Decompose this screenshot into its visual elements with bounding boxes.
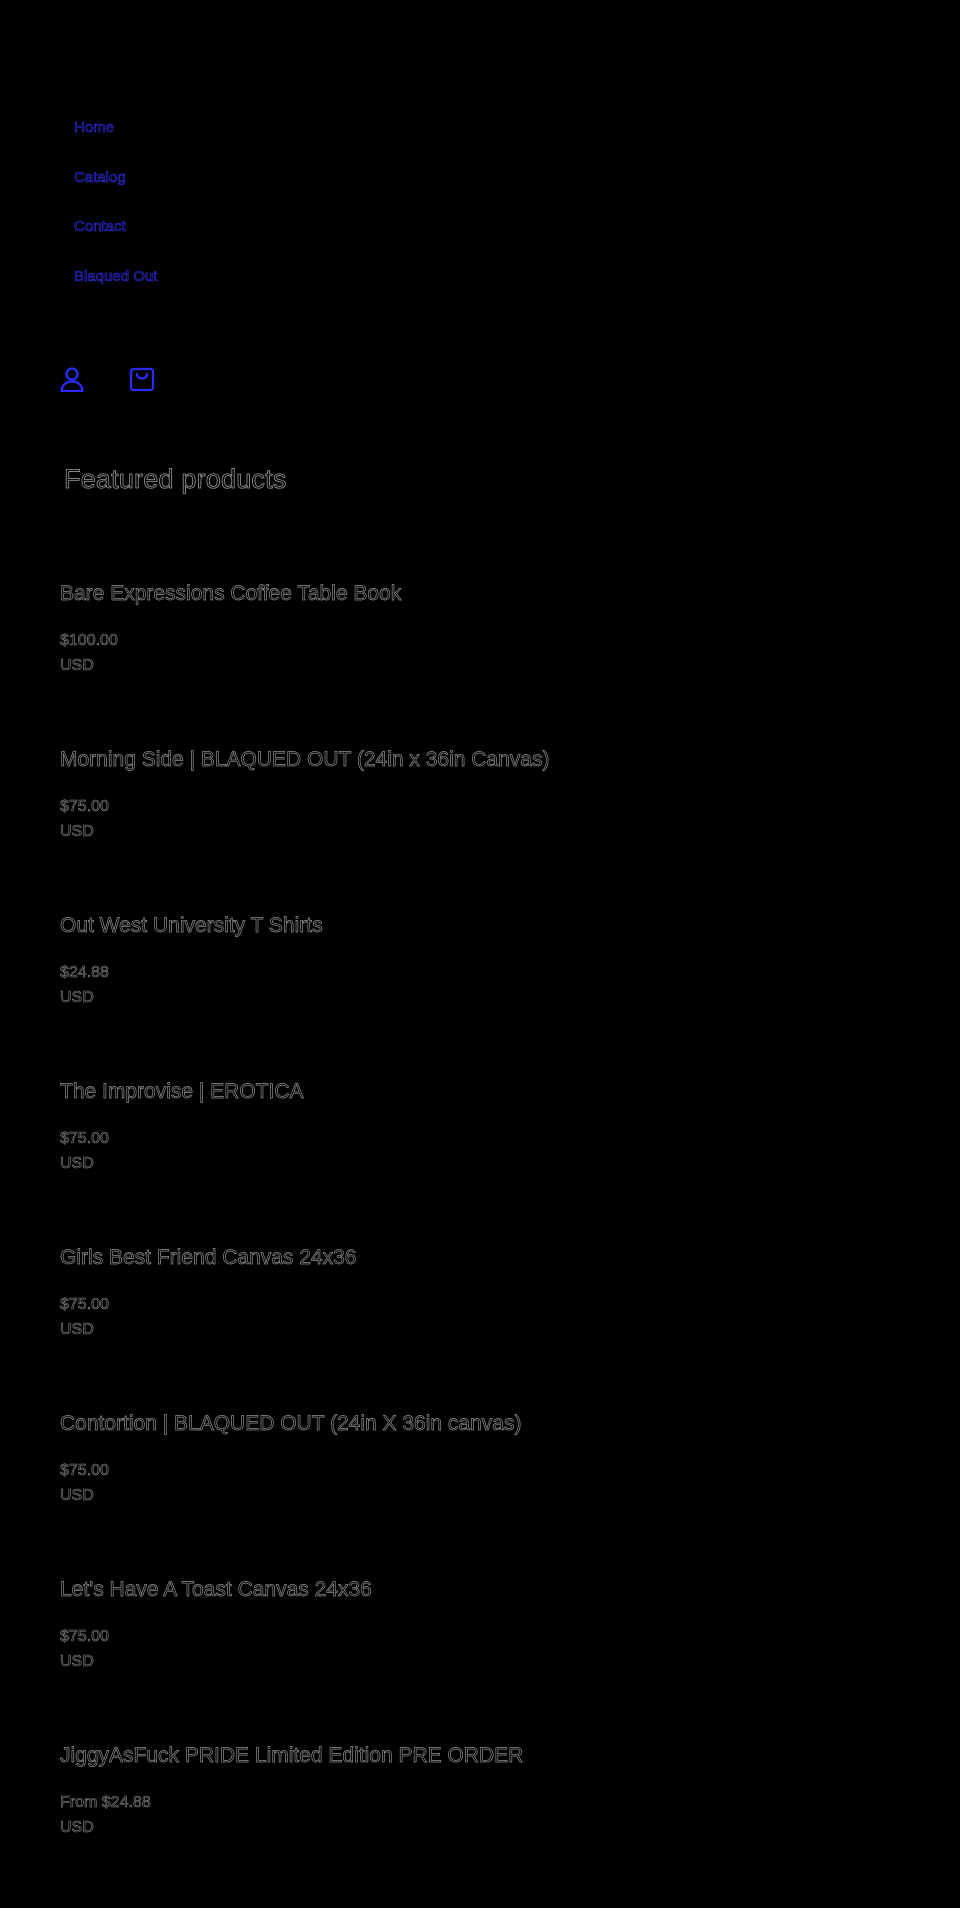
product-title[interactable]: Out West University T Shirts xyxy=(60,912,920,940)
price-amount: $100.00 xyxy=(60,632,118,650)
price-currency: USD xyxy=(60,657,94,675)
product-title[interactable]: Let's Have A Toast Canvas 24x36 xyxy=(60,1576,920,1604)
product-card: The Improvise | EROTICA $75.00 USD xyxy=(60,1078,920,1244)
product-title[interactable]: JiggyAsFuck PRIDE Limited Edition PRE OR… xyxy=(60,1742,920,1770)
nav-link-home[interactable]: Home xyxy=(74,116,115,140)
product-card: Let's Have A Toast Canvas 24x36 $75.00 U… xyxy=(60,1576,920,1742)
product-price: $24.88 USD xyxy=(60,960,920,1010)
product-title[interactable]: Contortion | BLAQUED OUT (24in X 36in ca… xyxy=(60,1410,920,1438)
price-currency: USD xyxy=(60,989,94,1007)
nav-link-catalog[interactable]: Catalog xyxy=(74,166,126,190)
product-price: $75.00 USD xyxy=(60,1126,920,1176)
nav-item-blaqued-out: Blaqued Out xyxy=(74,265,158,315)
price-currency: USD xyxy=(60,823,94,841)
price-currency: USD xyxy=(60,1819,94,1837)
product-price: From $24.88 USD xyxy=(60,1790,920,1840)
price-currency: USD xyxy=(60,1321,94,1339)
product-title[interactable]: The Improvise | EROTICA xyxy=(60,1078,920,1106)
nav-link-blaqued-out[interactable]: Blaqued Out xyxy=(74,265,158,289)
price-currency: USD xyxy=(60,1155,94,1173)
product-price: $75.00 USD xyxy=(60,794,920,844)
product-card: Bare Expressions Coffee Table Book $100.… xyxy=(60,580,920,746)
price-amount: $24.88 xyxy=(60,964,110,982)
product-list: Bare Expressions Coffee Table Book $100.… xyxy=(60,580,920,1908)
nav-item-contact: Contact xyxy=(74,215,157,265)
price-amount: $75.00 xyxy=(60,1296,110,1314)
price-amount: $75.00 xyxy=(60,1130,110,1148)
cart-button[interactable] xyxy=(128,364,156,394)
product-card: Out West University T Shirts $24.88 USD xyxy=(60,912,920,1078)
price-amount: $75.00 xyxy=(60,1628,110,1646)
product-price: $100.00 USD xyxy=(60,628,920,678)
nav-item-home: Home xyxy=(74,116,157,166)
price-amount: From $24.88 xyxy=(60,1794,151,1812)
price-amount: $75.00 xyxy=(60,1462,110,1480)
product-price: $75.00 USD xyxy=(60,1624,920,1674)
product-card: Contortion | BLAQUED OUT (24in X 36in ca… xyxy=(60,1410,920,1576)
price-amount: $75.00 xyxy=(60,798,110,816)
price-currency: USD xyxy=(60,1487,94,1505)
product-title[interactable]: Girls Best Friend Canvas 24x36 xyxy=(60,1244,920,1272)
price-currency: USD xyxy=(60,1653,94,1671)
nav-link-contact[interactable]: Contact xyxy=(74,215,126,239)
product-price: $75.00 USD xyxy=(60,1458,920,1508)
nav-item-catalog: Catalog xyxy=(74,166,157,216)
product-title[interactable]: Morning Side | BLAQUED OUT (24in x 36in … xyxy=(60,746,920,774)
product-card: Morning Side | BLAQUED OUT (24in x 36in … xyxy=(60,746,920,912)
product-card: JiggyAsFuck PRIDE Limited Edition PRE OR… xyxy=(60,1742,920,1908)
product-title[interactable]: Bare Expressions Coffee Table Book xyxy=(60,580,920,608)
main-nav: Home Catalog Contact Blaqued Out xyxy=(74,116,158,315)
product-card: Girls Best Friend Canvas 24x36 $75.00 US… xyxy=(60,1244,920,1410)
featured-products-title: Featured products xyxy=(64,464,287,495)
header-icons xyxy=(58,364,156,394)
account-button[interactable] xyxy=(58,364,86,394)
cart-icon xyxy=(129,366,155,392)
account-icon xyxy=(60,366,84,392)
product-price: $75.00 USD xyxy=(60,1292,920,1342)
